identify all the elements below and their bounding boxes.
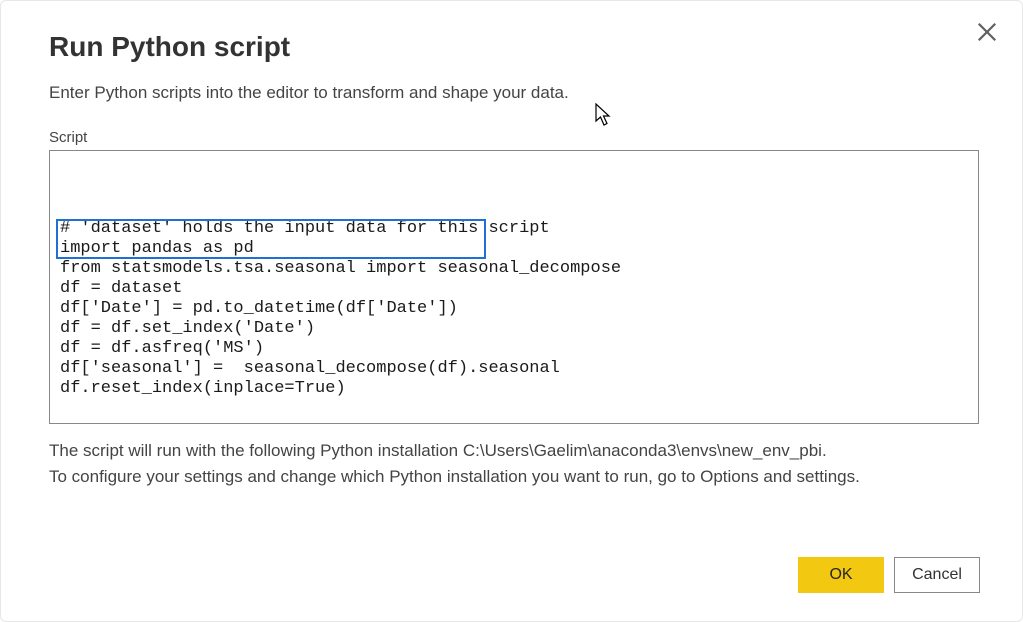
code-line: df['Date'] = pd.to_datetime(df['Date'])	[60, 299, 968, 319]
cancel-button[interactable]: Cancel	[894, 557, 980, 593]
dialog-title: Run Python script	[49, 31, 982, 63]
dialog-button-row: OK Cancel	[798, 557, 980, 593]
code-line: df = dataset	[60, 279, 968, 299]
code-line: df.reset_index(inplace=True)	[60, 379, 968, 399]
code-line: # 'dataset' holds the input data for thi…	[60, 219, 968, 239]
code-line: import pandas as pd	[60, 239, 968, 259]
close-icon[interactable]	[976, 21, 998, 43]
code-line: from statsmodels.tsa.seasonal import sea…	[60, 259, 968, 279]
hint-text: The script will run with the following P…	[49, 438, 982, 490]
code-line: df = df.set_index('Date')	[60, 319, 968, 339]
dialog-subtitle: Enter Python scripts into the editor to …	[49, 83, 982, 103]
script-field-label: Script	[49, 129, 982, 146]
script-editor[interactable]: # 'dataset' holds the input data for thi…	[49, 150, 979, 424]
mouse-cursor-icon	[595, 103, 613, 127]
hint-line-2: To configure your settings and change wh…	[49, 464, 982, 490]
ok-button[interactable]: OK	[798, 557, 884, 593]
hint-line-1: The script will run with the following P…	[49, 438, 982, 464]
run-python-script-dialog: Run Python script Enter Python scripts i…	[0, 0, 1023, 622]
code-line: df = df.asfreq('MS')	[60, 339, 968, 359]
code-line: df['seasonal'] = seasonal_decompose(df).…	[60, 359, 968, 379]
